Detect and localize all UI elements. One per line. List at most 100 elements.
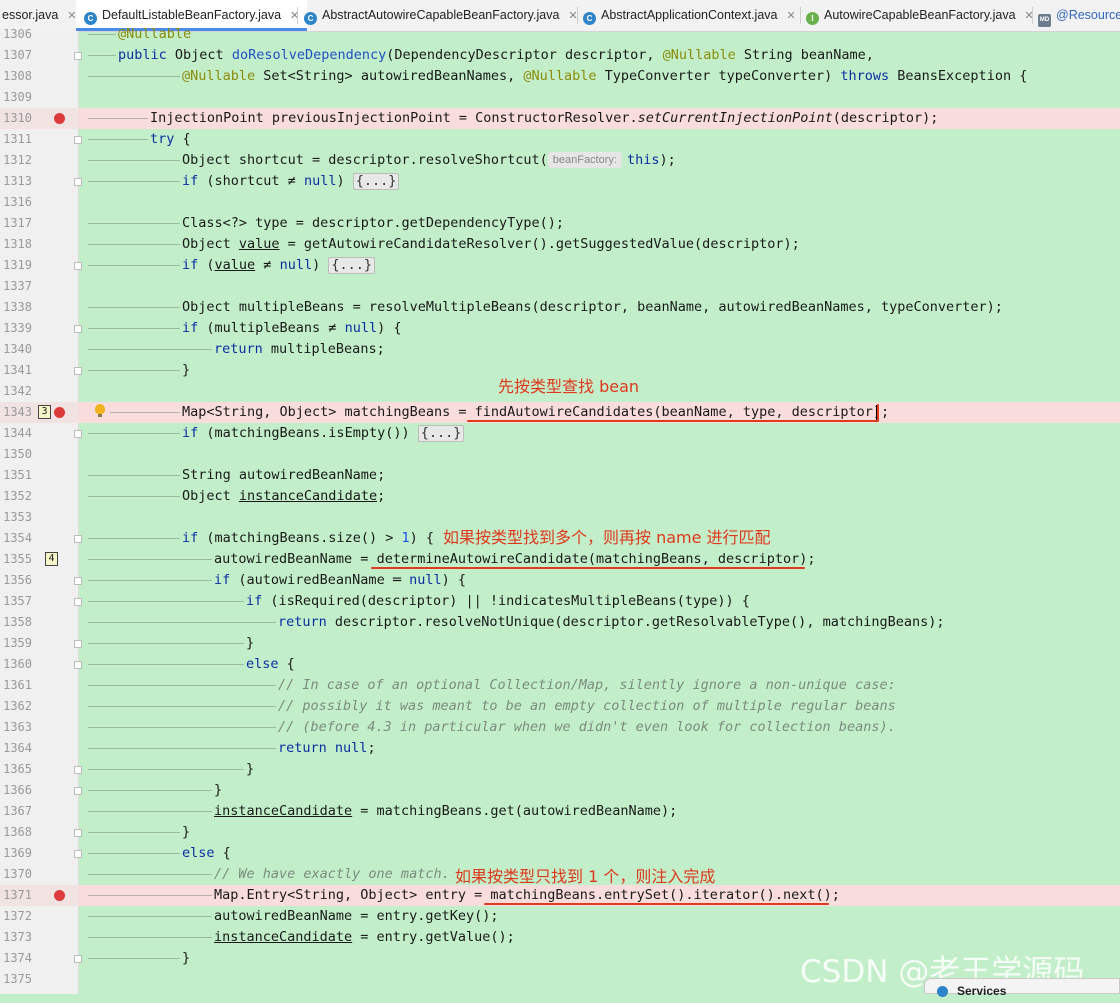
services-tool-window[interactable]: Services — [924, 978, 1120, 998]
code-text: } — [246, 761, 255, 777]
code-line[interactable]: 1368 } — [0, 822, 1120, 843]
code-line[interactable]: 1306 @Nullable — [0, 24, 1120, 45]
fold-marker-icon[interactable] — [74, 535, 82, 543]
line-number: 1352 — [3, 489, 32, 503]
code-line[interactable]: 1366 } — [0, 780, 1120, 801]
line-number: 1365 — [3, 762, 32, 776]
code-line[interactable]: 1352 Object instanceCandidate; — [0, 486, 1120, 507]
code-line[interactable]: 1312 Object shortcut = descriptor.resolv… — [0, 150, 1120, 171]
code-line[interactable]: 1365 } — [0, 759, 1120, 780]
fold-marker-icon[interactable] — [74, 955, 82, 963]
folded-code-block[interactable]: {...} — [417, 425, 465, 442]
code-line[interactable]: 1307 public Object doResolveDependency(D… — [0, 45, 1120, 66]
fold-marker-icon[interactable] — [74, 766, 82, 774]
code-line[interactable]: 1351 String autowiredBeanName; — [0, 465, 1120, 486]
code-line[interactable]: 1313 if (shortcut ≠ null) {...} — [0, 171, 1120, 192]
fold-marker-icon[interactable] — [74, 52, 82, 60]
code-text: return descriptor.resolveNotUnique(descr… — [278, 614, 945, 630]
services-label: Services — [957, 984, 1007, 998]
code-line[interactable]: 1362 // possibly it was meant to be an e… — [0, 696, 1120, 717]
line-number: 1312 — [3, 153, 32, 167]
code-text: Object multipleBeans = resolveMultipleBe… — [182, 299, 1003, 315]
code-line[interactable]: 1373 instanceCandidate = entry.getValue(… — [0, 927, 1120, 948]
code-text: String autowiredBeanName; — [182, 467, 386, 483]
code-line[interactable]: 1364 return null; — [0, 738, 1120, 759]
fold-marker-icon[interactable] — [74, 178, 82, 186]
annotation-underline — [877, 404, 879, 421]
line-number: 1338 — [3, 300, 32, 314]
code-line[interactable]: 1350 — [0, 444, 1120, 465]
annotation-single-match: 如果按类型只找到 1 个，则注入完成 — [455, 867, 716, 886]
code-line[interactable]: 1340 return multipleBeans; — [0, 339, 1120, 360]
line-number: 1344 — [3, 426, 32, 440]
fold-marker-icon[interactable] — [74, 640, 82, 648]
code-line[interactable]: 1367 instanceCandidate = matchingBeans.g… — [0, 801, 1120, 822]
line-number: 1355 — [3, 552, 32, 566]
tab-label: AutowireCapableBeanFactory.java — [824, 8, 1016, 22]
code-line[interactable]: 1311 try { — [0, 129, 1120, 150]
fold-marker-icon[interactable] — [74, 598, 82, 606]
tab-label: DefaultListableBeanFactory.java — [102, 8, 282, 22]
breakpoint-icon[interactable] — [54, 407, 65, 418]
bookmark-icon[interactable]: 3 — [38, 405, 51, 419]
code-line[interactable]: 1360 else { — [0, 654, 1120, 675]
code-line[interactable]: 1317 Class<?> type = descriptor.getDepen… — [0, 213, 1120, 234]
breakpoint-icon[interactable] — [54, 890, 65, 901]
fold-marker-icon[interactable] — [74, 367, 82, 375]
close-icon[interactable]: ✕ — [786, 10, 795, 22]
line-number: 1362 — [3, 699, 32, 713]
folded-code-block[interactable]: {...} — [328, 257, 375, 274]
line-number: 1340 — [3, 342, 32, 356]
code-line[interactable]: 1309 — [0, 87, 1120, 108]
code-line[interactable]: 1316 — [0, 192, 1120, 213]
code-text: } — [214, 782, 223, 798]
code-text: instanceCandidate = entry.getValue(); — [214, 929, 515, 945]
code-line[interactable]: 1337 — [0, 276, 1120, 297]
fold-marker-icon[interactable] — [74, 829, 82, 837]
fold-marker-icon[interactable] — [74, 850, 82, 858]
code-line[interactable]: 1318 Object value = getAutowireCandidate… — [0, 234, 1120, 255]
code-text: if (autowiredBeanName ═ null) { — [214, 572, 466, 588]
line-number: 1308 — [3, 69, 32, 83]
code-line[interactable]: 1361 // In case of an optional Collectio… — [0, 675, 1120, 696]
code-line[interactable]: 1356 if (autowiredBeanName ═ null) { — [0, 570, 1120, 591]
line-number: 1339 — [3, 321, 32, 335]
line-number: 1319 — [3, 258, 32, 272]
line-number: 1317 — [3, 216, 32, 230]
line-number: 1356 — [3, 573, 32, 587]
fold-marker-icon[interactable] — [74, 325, 82, 333]
bookmark-icon[interactable]: 4 — [45, 552, 58, 566]
code-line[interactable]: 1372 autowiredBeanName = entry.getKey(); — [0, 906, 1120, 927]
code-line[interactable]: 1357 if (isRequired(descriptor) || !indi… — [0, 591, 1120, 612]
annotation-by-type: 先按类型查找 bean — [498, 377, 640, 396]
line-number: 1374 — [3, 951, 32, 965]
code-line[interactable]: 1339 if (multipleBeans ≠ null) { — [0, 318, 1120, 339]
fold-marker-icon[interactable] — [74, 787, 82, 795]
breakpoint-icon[interactable] — [54, 113, 65, 124]
folded-code-block[interactable]: {...} — [352, 173, 400, 190]
code-line[interactable]: 1308 @Nullable Set<String> autowiredBean… — [0, 66, 1120, 87]
code-text: else { — [246, 656, 295, 672]
fold-marker-icon[interactable] — [74, 577, 82, 585]
code-text: if (matchingBeans.size() > 1) { — [182, 530, 434, 546]
code-line[interactable]: 1369 else { — [0, 843, 1120, 864]
code-text: } — [246, 635, 255, 651]
code-text: } — [182, 362, 191, 378]
lightbulb-icon[interactable] — [95, 404, 105, 417]
code-line[interactable]: 1344 if (matchingBeans.isEmpty()) {...} — [0, 423, 1120, 444]
line-number: 1361 — [3, 678, 32, 692]
code-line[interactable]: 1319 if (value ≠ null) {...} — [0, 255, 1120, 276]
code-line[interactable]: 1359 } — [0, 633, 1120, 654]
info-icon — [937, 986, 948, 997]
fold-marker-icon[interactable] — [74, 262, 82, 270]
fold-marker-icon[interactable] — [74, 661, 82, 669]
code-line[interactable]: 1338 Object multipleBeans = resolveMulti… — [0, 297, 1120, 318]
fold-marker-icon[interactable] — [74, 136, 82, 144]
line-number: 1372 — [3, 909, 32, 923]
fold-marker-icon[interactable] — [74, 430, 82, 438]
tab-separator — [800, 7, 801, 24]
code-line-breakpoint[interactable]: 1310 InjectionPoint previousInjectionPoi… — [0, 108, 1120, 129]
code-text: else { — [182, 845, 231, 861]
code-line[interactable]: 1363 // (before 4.3 in particular when w… — [0, 717, 1120, 738]
code-line[interactable]: 1358 return descriptor.resolveNotUnique(… — [0, 612, 1120, 633]
